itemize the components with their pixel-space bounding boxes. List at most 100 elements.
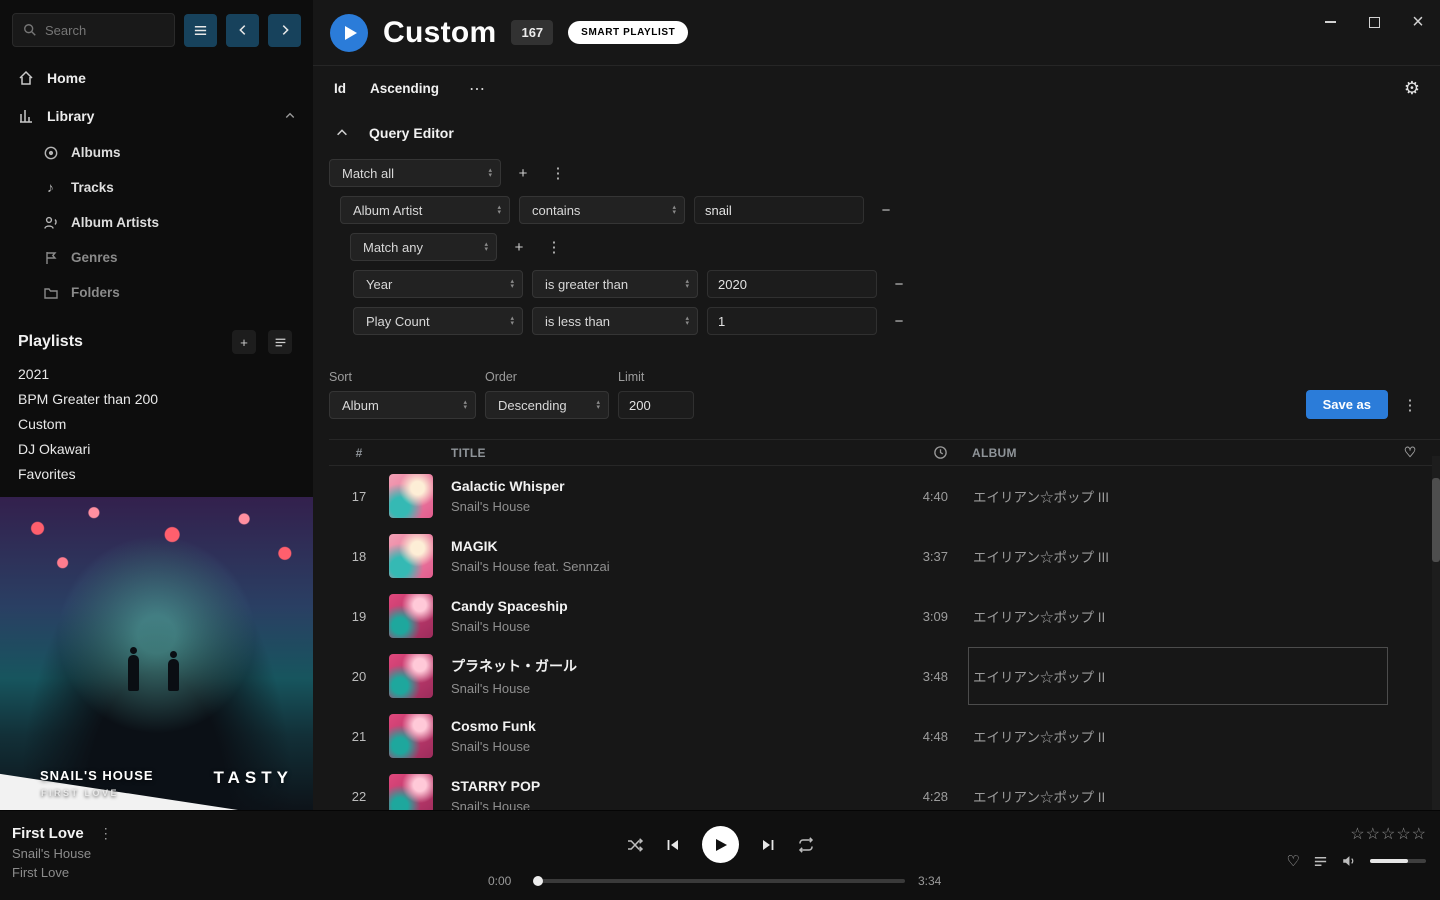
volume-slider[interactable] — [1370, 859, 1426, 863]
playlist-play-button[interactable] — [330, 14, 368, 52]
sort-field-button[interactable]: Id — [334, 81, 346, 96]
playlist-item[interactable]: Custom — [0, 412, 313, 437]
add-group-rule-button[interactable]: + — [506, 234, 532, 260]
track-thumbnail — [389, 654, 433, 698]
track-row[interactable]: 19 Candy Spaceship Snail's House 3:09 エイ… — [329, 586, 1440, 646]
root-match-row: Match all + ⋮ — [329, 159, 1424, 187]
track-row[interactable]: 17 Galactic Whisper Snail's House 4:40 エ… — [329, 466, 1440, 526]
remove-rule-button[interactable]: − — [873, 197, 899, 223]
playlist-list-button[interactable] — [268, 330, 292, 354]
track-album-link[interactable]: エイリアン☆ポップ III — [968, 527, 1388, 585]
track-row[interactable]: 18 MAGIK Snail's House feat. Sennzai 3:3… — [329, 526, 1440, 586]
track-album-link[interactable]: エイリアン☆ポップ II — [968, 707, 1388, 765]
add-rule-button[interactable]: + — [510, 160, 536, 186]
repeat-button[interactable] — [797, 836, 815, 854]
rule-field-select[interactable]: Album Artist — [340, 196, 510, 224]
now-playing-title[interactable]: First Love — [12, 825, 84, 842]
playlist-item[interactable]: DJ Okawari — [0, 437, 313, 462]
sort-select[interactable]: Album — [329, 391, 476, 419]
search-input[interactable] — [45, 23, 164, 38]
track-artist-link[interactable]: Snail's House — [451, 681, 888, 696]
track-album-link[interactable]: エイリアン☆ポップ II — [968, 587, 1388, 645]
now-playing-artwork[interactable]: SNAIL'S HOUSE FIRST LOVE TASTY — [0, 497, 313, 810]
remove-rule-button[interactable]: − — [886, 271, 912, 297]
play-button[interactable] — [702, 826, 739, 863]
now-playing-album[interactable]: First Love — [12, 865, 113, 880]
limit-input[interactable] — [618, 391, 694, 419]
collapse-button[interactable] — [329, 120, 355, 146]
sort-direction-button[interactable]: Ascending — [370, 81, 439, 96]
star-icon[interactable]: ☆ — [1381, 824, 1395, 844]
order-select[interactable]: Descending — [485, 391, 609, 419]
track-artist-link[interactable]: Snail's House — [451, 799, 888, 810]
playlist-item[interactable]: Favorites — [0, 462, 313, 487]
rule-row: Play Count is less than − — [353, 307, 1424, 335]
track-row[interactable]: 20 プラネット・ガール Snail's House 3:48 エイリアン☆ポッ… — [329, 646, 1440, 706]
rule-menu-button[interactable]: ⋮ — [545, 160, 571, 186]
group-menu-button[interactable]: ⋮ — [541, 234, 567, 260]
search-box[interactable] — [12, 13, 175, 47]
favorite-column-header[interactable]: ♡ — [1388, 444, 1432, 461]
rule-value-input[interactable] — [707, 270, 877, 298]
track-album-link[interactable]: エイリアン☆ポップ III — [968, 467, 1388, 525]
group-match-type-select[interactable]: Match any — [350, 233, 497, 261]
rule-operator-select[interactable]: is less than — [532, 307, 698, 335]
save-menu-button[interactable]: ⋮ — [1397, 390, 1423, 419]
track-artist-link[interactable]: Snail's House — [451, 739, 888, 754]
volume-button[interactable] — [1341, 853, 1357, 869]
minimize-button[interactable] — [1308, 0, 1352, 44]
rule-operator-select[interactable]: is greater than — [532, 270, 698, 298]
favorite-button[interactable]: ♡ — [1287, 852, 1300, 870]
remove-rule-button[interactable]: − — [886, 308, 912, 334]
track-row[interactable]: 21 Cosmo Funk Snail's House 4:48 エイリアン☆ポ… — [329, 706, 1440, 766]
more-options-button[interactable]: ⋯ — [469, 79, 485, 99]
menu-button[interactable] — [184, 14, 217, 47]
star-icon[interactable]: ☆ — [1366, 824, 1380, 844]
track-album-link[interactable]: エイリアン☆ポップ II — [968, 647, 1388, 705]
now-playing-menu-button[interactable]: ⋮ — [99, 825, 113, 842]
scrollbar-thumb[interactable] — [1432, 478, 1440, 562]
settings-gear-icon[interactable]: ⚙ — [1404, 78, 1420, 99]
sidebar-item-albums[interactable]: Albums — [0, 135, 313, 170]
star-icon[interactable]: ☆ — [1412, 824, 1426, 844]
sidebar-item-home[interactable]: Home — [0, 59, 313, 97]
rule-field-select[interactable]: Play Count — [353, 307, 523, 335]
track-album-link[interactable]: エイリアン☆ポップ II — [968, 767, 1388, 810]
add-playlist-button[interactable]: + — [232, 330, 256, 354]
track-row[interactable]: 22 STARRY POP Snail's House 4:28 エイリアン☆ポ… — [329, 766, 1440, 810]
back-button[interactable] — [226, 14, 259, 47]
sidebar-item-tracks[interactable]: ♪ Tracks — [0, 170, 313, 205]
playlist-item[interactable]: BPM Greater than 200 — [0, 387, 313, 412]
track-artist-link[interactable]: Snail's House — [451, 499, 888, 514]
now-playing-artist[interactable]: Snail's House — [12, 846, 113, 861]
number-column-header[interactable]: # — [329, 446, 389, 460]
close-button[interactable] — [1396, 0, 1440, 44]
rule-value-input[interactable] — [694, 196, 864, 224]
progress-bar[interactable] — [535, 879, 905, 883]
sidebar-item-folders[interactable]: Folders — [0, 275, 313, 310]
title-column-header[interactable]: TITLE — [445, 446, 888, 460]
match-type-select[interactable]: Match all — [329, 159, 501, 187]
album-column-header[interactable]: ALBUM — [968, 446, 1388, 460]
rule-operator-select[interactable]: contains — [519, 196, 685, 224]
track-artist-link[interactable]: Snail's House feat. Sennzai — [451, 559, 888, 574]
next-button[interactable] — [760, 837, 776, 853]
sidebar-item-album-artists[interactable]: Album Artists — [0, 205, 313, 240]
sidebar-item-genres[interactable]: Genres — [0, 240, 313, 275]
playlist-item[interactable]: 2021 — [0, 362, 313, 387]
rule-field-select[interactable]: Year — [353, 270, 523, 298]
star-icon[interactable]: ☆ — [1396, 824, 1410, 844]
chevron-up-icon[interactable] — [284, 110, 296, 122]
star-icon[interactable]: ☆ — [1350, 824, 1364, 844]
duration-column-header[interactable] — [888, 445, 968, 460]
previous-button[interactable] — [665, 837, 681, 853]
queue-button[interactable] — [1313, 854, 1328, 869]
rule-value-input[interactable] — [707, 307, 877, 335]
save-as-button[interactable]: Save as — [1306, 390, 1388, 419]
forward-button[interactable] — [268, 14, 301, 47]
maximize-button[interactable] — [1352, 0, 1396, 44]
shuffle-button[interactable] — [626, 836, 644, 854]
sidebar-item-library[interactable]: Library — [0, 97, 313, 135]
progress-handle[interactable] — [533, 876, 543, 886]
track-artist-link[interactable]: Snail's House — [451, 619, 888, 634]
